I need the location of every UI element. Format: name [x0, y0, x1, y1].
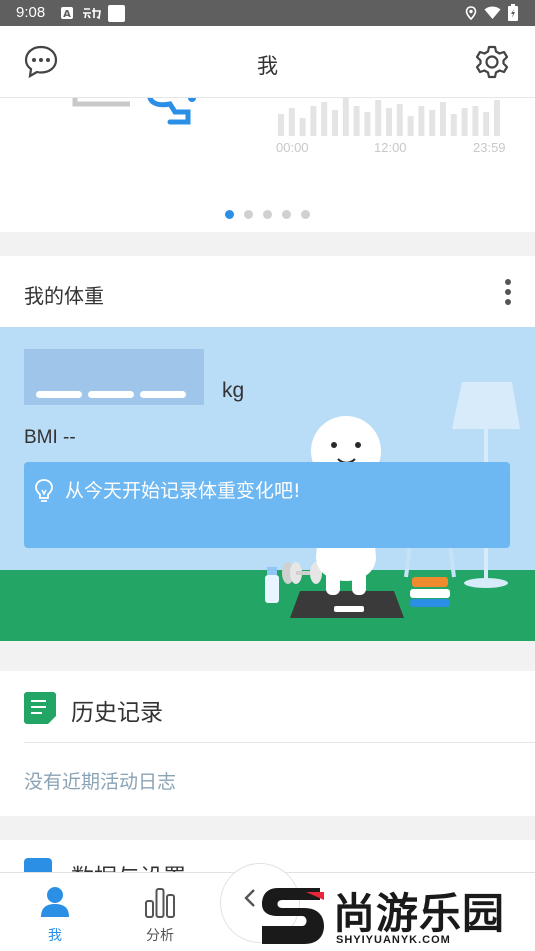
history-empty-text: 没有近期活动日志: [24, 771, 177, 793]
app-header: 我: [0, 26, 535, 98]
a-badge-icon: A: [61, 7, 73, 20]
watermark-subtext: SHYIYUANYK.COM: [336, 934, 451, 946]
activity-bar: [288, 108, 295, 136]
activity-bar: [440, 102, 446, 136]
gear-icon[interactable]: [474, 44, 510, 80]
activity-bar: [418, 106, 425, 136]
activity-bar: [342, 98, 349, 136]
weight-card[interactable]: 我的体重 kg BMI -- 从今天开始记录体重变化吧!: [0, 256, 535, 641]
person-icon: [41, 887, 69, 917]
activity-bar: [299, 118, 306, 136]
activity-bar: [386, 108, 392, 136]
pager-dot[interactable]: [244, 210, 253, 219]
pager-dot[interactable]: [263, 210, 272, 219]
location-icon: [465, 6, 477, 20]
square-icon: [108, 5, 125, 22]
tab-label: 我: [48, 928, 62, 944]
activity-bar: [364, 112, 371, 136]
activity-bar: [396, 104, 403, 136]
activity-bar: [321, 102, 328, 136]
activity-bar: [472, 106, 479, 136]
activity-bar: [461, 108, 468, 136]
status-time: 9:08: [16, 4, 46, 21]
activity-bars: [278, 98, 500, 136]
lightbulb-icon: [35, 479, 53, 502]
weight-placeholder-dash: [88, 391, 134, 398]
activity-bar: [483, 112, 490, 136]
watermark-logo-icon: [262, 888, 324, 944]
screen: 9:08 A 我 00:00 12:00 23:59 我的体重 kg BMI -…: [0, 0, 535, 951]
weight-value-box[interactable]: [24, 349, 204, 405]
weight-card-title: 我的体重: [24, 284, 104, 308]
tip-banner[interactable]: 从今天开始记录体重变化吧!: [24, 462, 510, 548]
weight-placeholder-dash: [36, 391, 82, 398]
divider: [24, 742, 535, 743]
pager-dot[interactable]: [301, 210, 310, 219]
pager-dot[interactable]: [282, 210, 291, 219]
weight-unit: kg: [222, 379, 245, 402]
pager-dot[interactable]: [225, 210, 234, 219]
bar-chart-icon: [145, 888, 175, 918]
weight-card-header: 我的体重: [0, 256, 535, 327]
tip-text: 从今天开始记录体重变化吧!: [65, 480, 301, 502]
activity-bar: [310, 106, 317, 136]
history-list-icon: [24, 692, 56, 724]
dong-icon: [83, 8, 101, 20]
summary-carousel[interactable]: 00:00 12:00 23:59: [0, 98, 535, 232]
pager-dots: [0, 204, 535, 223]
more-options-icon[interactable]: [503, 278, 513, 306]
battery-icon: [508, 4, 518, 21]
history-card[interactable]: 历史记录 没有近期活动日志: [0, 671, 535, 816]
weight-scene: kg BMI -- 从今天开始记录体重变化吧!: [0, 327, 535, 641]
bmi-value: BMI --: [24, 427, 76, 448]
page-title: 我: [257, 54, 278, 78]
sleep-illustration: [72, 98, 196, 125]
activity-bar: [332, 110, 338, 136]
history-title: 历史记录: [71, 700, 163, 726]
tick-label: 12:00: [374, 140, 407, 155]
status-bar: 9:08 A: [0, 0, 535, 26]
tab-label: 分析: [146, 928, 174, 944]
site-watermark: 尚游乐园 SHYIYUANYK.COM: [258, 880, 535, 951]
tab-me[interactable]: 我: [0, 873, 110, 951]
wifi-icon: [484, 6, 501, 19]
activity-bar: [278, 114, 284, 136]
weight-placeholder-dash: [140, 391, 186, 398]
tab-analysis[interactable]: 分析: [105, 873, 215, 951]
tick-label: 00:00: [276, 140, 309, 155]
activity-bar: [375, 100, 382, 136]
activity-bar: [494, 100, 500, 136]
activity-bar: [407, 116, 414, 136]
watermark-text: 尚游乐园: [333, 889, 506, 938]
activity-bar: [353, 106, 360, 136]
svg-text:A: A: [63, 9, 71, 20]
chevron-left-icon: [244, 889, 255, 907]
activity-bar: [450, 114, 457, 136]
activity-bar: [429, 110, 436, 136]
tick-label: 23:59: [473, 140, 506, 155]
